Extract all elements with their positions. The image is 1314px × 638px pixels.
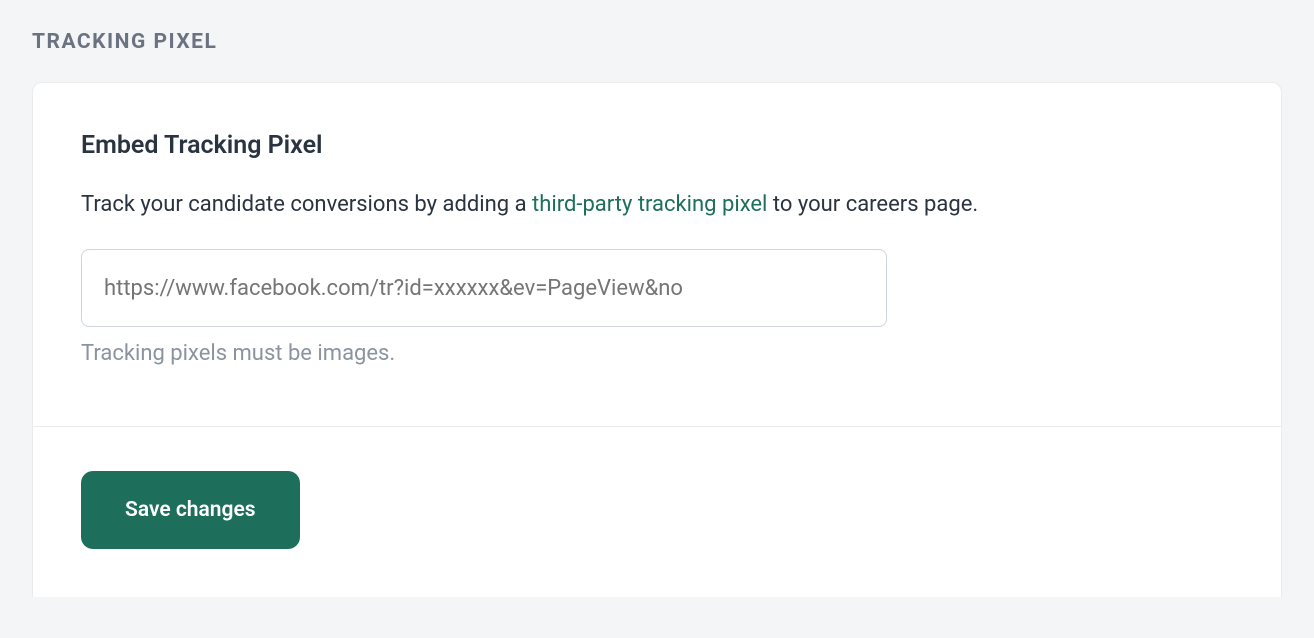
- tracking-pixel-url-input[interactable]: [81, 249, 887, 327]
- section-label: TRACKING PIXEL: [32, 30, 1282, 54]
- save-changes-button[interactable]: Save changes: [81, 471, 300, 549]
- tracking-pixel-card: Embed Tracking Pixel Track your candidat…: [32, 82, 1282, 597]
- card-description: Track your candidate conversions by addi…: [81, 188, 1233, 221]
- description-pre: Track your candidate conversions by addi…: [81, 192, 532, 217]
- helper-text: Tracking pixels must be images.: [81, 341, 1233, 366]
- card-body: Embed Tracking Pixel Track your candidat…: [33, 83, 1281, 426]
- card-title: Embed Tracking Pixel: [81, 131, 1233, 160]
- tracking-pixel-section: TRACKING PIXEL Embed Tracking Pixel Trac…: [0, 0, 1314, 597]
- tracking-pixel-help-link[interactable]: third-party tracking pixel: [532, 192, 767, 217]
- tracking-pixel-input-wrapper: [81, 249, 1233, 327]
- description-post: to your careers page.: [767, 192, 978, 217]
- card-footer: Save changes: [33, 426, 1281, 597]
